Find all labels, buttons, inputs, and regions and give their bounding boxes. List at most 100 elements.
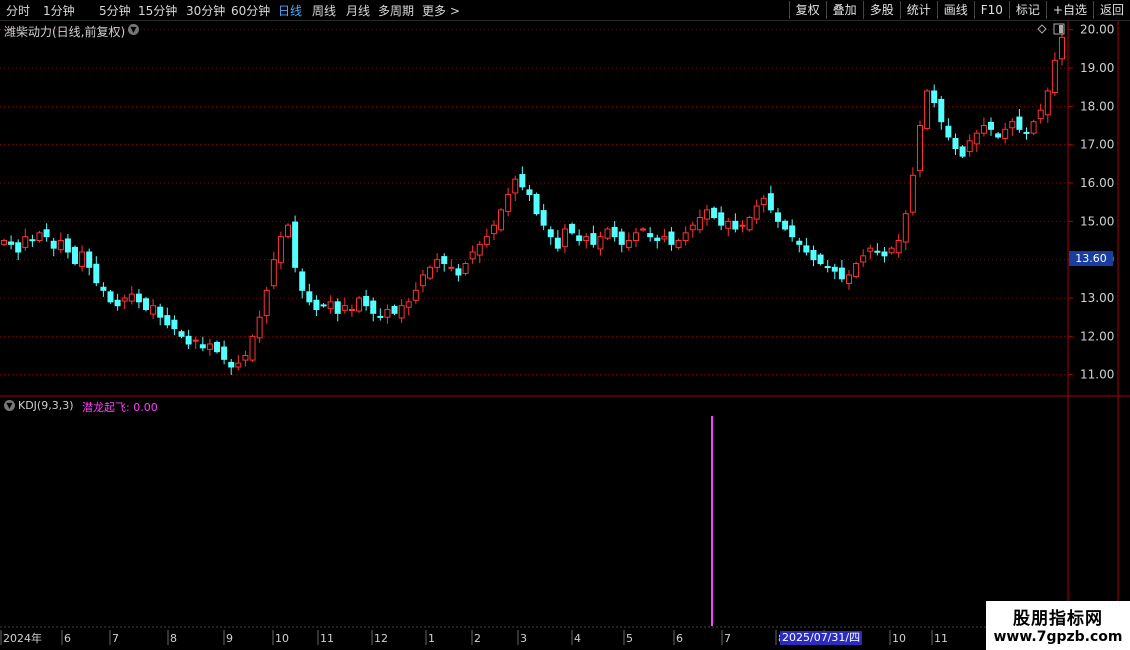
candle-body (313, 299, 320, 310)
candle-body (412, 289, 419, 301)
candle-body (512, 178, 519, 194)
candle-body (185, 335, 192, 345)
candle-body (767, 193, 774, 211)
candle-body (384, 309, 391, 318)
candle-body (597, 236, 604, 250)
candle-body (398, 305, 405, 319)
candle-body (732, 220, 739, 230)
candle-body (1002, 128, 1009, 140)
candle-body (526, 189, 533, 195)
candle-body (498, 209, 505, 231)
price-tick-label: 18.00 (1080, 99, 1114, 113)
candle-body (192, 339, 199, 342)
current-price-label: 13.60 (1069, 251, 1113, 266)
price-tick-label: 11.00 (1080, 368, 1114, 382)
candle-body (1044, 90, 1051, 116)
candle-body (1037, 109, 1044, 120)
candle-body (1023, 131, 1030, 134)
candle-body (235, 362, 242, 368)
watermark-logo: 股朋指标网 www.7gpzb.com (986, 601, 1130, 650)
price-tick-label: 16.00 (1080, 176, 1114, 190)
candle-body (405, 301, 412, 308)
candle-body (150, 305, 157, 315)
candle-body (881, 251, 888, 257)
candle-body (206, 343, 213, 350)
candle-body (774, 212, 781, 222)
candle-body (760, 197, 767, 205)
candle-body (987, 121, 994, 130)
candle-body (292, 221, 299, 268)
indicator-menu-icon[interactable]: ▼ (4, 400, 15, 411)
candle-body (356, 297, 363, 312)
candle-body (952, 138, 959, 150)
chart-title: 潍柴动力(日线,前复权) (4, 23, 125, 40)
candle-body (789, 225, 796, 238)
candle-body (640, 228, 647, 231)
kline-chart[interactable]: 20.0019.0018.0017.0016.0015.0014.0013.00… (0, 0, 1130, 650)
candle-body (746, 217, 753, 231)
candle-body (554, 237, 561, 249)
candle-body (114, 299, 121, 307)
candle-body (107, 291, 114, 303)
candle-body (306, 291, 313, 303)
candle-body (434, 259, 441, 268)
candle-body (945, 125, 952, 138)
time-axis-label: 9 (226, 632, 233, 645)
candle-body (938, 98, 945, 123)
candle-body (654, 237, 661, 241)
candle-body (1009, 121, 1016, 129)
time-axis-label: 1 (428, 632, 435, 645)
time-axis-label: 6 (64, 632, 71, 645)
candle-body (867, 247, 874, 252)
diamond-icon (1037, 24, 1047, 34)
time-axis-label: 6 (676, 632, 683, 645)
candle-body (1030, 121, 1037, 134)
candle-body (1051, 59, 1058, 94)
candle-body (505, 194, 512, 212)
candle-body (377, 315, 384, 318)
candle-body (753, 205, 760, 220)
candle-body (902, 213, 909, 243)
candle-body (22, 236, 29, 248)
candle-body (909, 174, 916, 213)
candle-body (739, 224, 746, 227)
chevron-down-icon[interactable]: ▼ (128, 24, 139, 35)
candle-body (178, 331, 185, 337)
watermark-line2: www.7gpzb.com (993, 629, 1123, 645)
candle-body (214, 341, 221, 353)
candle-body (299, 271, 306, 291)
candle-body (590, 233, 597, 245)
candle-body (895, 240, 902, 254)
candle-body (966, 140, 973, 153)
candle-body (427, 266, 434, 279)
candle-body (561, 228, 568, 248)
price-tick-label: 20.00 (1080, 23, 1114, 37)
time-axis-label: 10 (892, 632, 906, 645)
price-tick-label: 19.00 (1080, 61, 1114, 75)
candlesticks (1, 32, 1065, 376)
indicator-title[interactable]: KDJ(9,3,3) (18, 399, 74, 412)
candle-body (348, 309, 355, 311)
candle-body (483, 236, 490, 245)
candle-body (199, 344, 206, 349)
chart-title-text: 潍柴动力(日线,前复权) (4, 25, 126, 39)
candle-body (256, 316, 263, 339)
candle-body (860, 255, 867, 263)
time-axis-label: 11 (934, 632, 948, 645)
candle-body (100, 286, 107, 291)
price-tick-label: 13.00 (1080, 291, 1114, 305)
candle-body (157, 306, 164, 318)
candle-body (469, 251, 476, 260)
candle-body (1016, 116, 1023, 130)
side-info-column (1119, 22, 1130, 392)
candle-body (711, 207, 718, 219)
time-axis-label: 8 (170, 632, 177, 645)
time-axis-label: 7 (724, 632, 731, 645)
candle-body (221, 346, 228, 360)
candle-body (121, 297, 128, 302)
candle-body (931, 90, 938, 103)
candle-body (455, 268, 462, 276)
candle-body (57, 240, 64, 251)
candle-body (696, 217, 703, 231)
candle-body (8, 241, 15, 245)
